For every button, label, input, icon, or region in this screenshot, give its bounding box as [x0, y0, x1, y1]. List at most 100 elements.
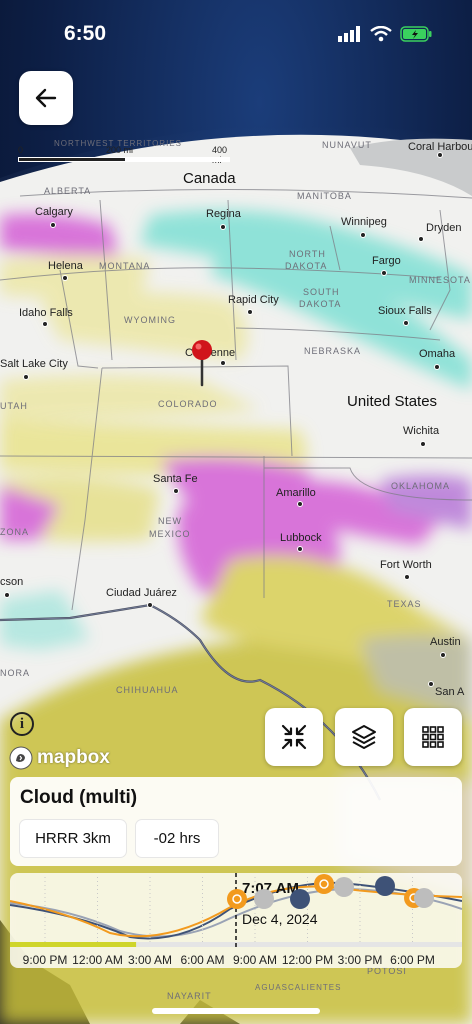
cloud-marker	[254, 889, 274, 909]
city-dot	[403, 320, 409, 326]
mapbox-wordmark: mapbox	[37, 747, 110, 768]
region-label: ZONA	[0, 527, 30, 537]
model-chip[interactable]: HRRR 3km	[20, 820, 126, 857]
city-dot	[220, 224, 226, 230]
city-label: Austin	[430, 636, 461, 648]
city-dot	[50, 222, 56, 228]
city-label: Omaha	[419, 348, 456, 360]
sunrise-marker	[227, 889, 247, 909]
timeline-tick-label: 3:00 AM	[128, 953, 172, 967]
moon-marker	[375, 876, 395, 896]
layers-button[interactable]	[335, 708, 393, 766]
region-label: NORTH	[289, 249, 326, 259]
city-label: Amarillo	[276, 487, 316, 499]
status-icons	[338, 26, 432, 42]
mapbox-logo: mapbox	[9, 746, 110, 770]
layer-info-card: Cloud (multi) HRRR 3km -02 hrs	[10, 777, 462, 866]
city-dot	[428, 681, 434, 687]
region-label: NORTHWEST TERRITORIES	[54, 139, 182, 148]
timeline-progress	[10, 942, 137, 947]
region-label: NEW	[158, 516, 182, 526]
recenter-button[interactable]	[265, 708, 323, 766]
city-dot	[420, 441, 426, 447]
region-label: SOUTH	[303, 287, 340, 297]
city-label: Dryden	[426, 222, 462, 234]
city-label: Salt Lake City	[0, 358, 68, 370]
region-label: NAYARIT	[167, 991, 212, 1001]
timeline-tick-label: 6:00 PM	[390, 953, 435, 967]
city-dot	[404, 574, 410, 580]
region-label: MEXICO	[149, 529, 191, 539]
grid-icon	[422, 726, 444, 748]
city-label: Calgary	[35, 206, 73, 218]
current-date-label: Dec 4, 2024	[242, 911, 318, 927]
region-label: DAKOTA	[285, 261, 328, 271]
city-label: Regina	[206, 208, 241, 220]
city-dot	[437, 152, 443, 158]
signal-icon	[338, 26, 360, 42]
city-label: Idaho Falls	[19, 307, 73, 319]
city-label: cson	[0, 576, 24, 588]
location-pin-icon[interactable]	[190, 339, 214, 387]
region-label: UTAH	[0, 401, 28, 411]
city-dot	[147, 602, 153, 608]
sun-marker	[314, 874, 334, 894]
cloud-marker	[334, 877, 354, 897]
city-label: Rapid City	[228, 294, 279, 306]
city-label: Wichita	[403, 425, 440, 437]
region-label: AGUASCALIENTES	[255, 983, 342, 992]
timeline-panel[interactable]: 9:00 PM 12:00 AM 3:00 AM 6:00 AM 9:00 AM 12:0…	[10, 873, 462, 968]
city-label: San A	[435, 686, 465, 698]
cloud-marker	[414, 888, 434, 908]
city-dot	[434, 364, 440, 370]
region-label: NEBRASKA	[304, 346, 362, 356]
region-label: MANITOBA	[297, 191, 352, 201]
city-dot	[173, 488, 179, 494]
region-label: NORA	[0, 668, 31, 678]
city-dot	[42, 321, 48, 327]
region-label: CHIHUAHUA	[116, 685, 179, 695]
city-label: Winnipeg	[341, 216, 387, 228]
city-dot	[23, 374, 29, 380]
city-dot	[220, 360, 226, 366]
mapbox-mark-icon	[9, 746, 33, 770]
city-dot	[360, 232, 366, 238]
status-time: 6:50	[64, 22, 107, 45]
city-label: Helena	[48, 260, 83, 272]
timeline-tick-label: 3:00 PM	[338, 953, 383, 967]
city-label: Ciudad Juárez	[106, 587, 177, 599]
timeline-chart[interactable]: 9:00 PM 12:00 AM 3:00 AM 6:00 AM 9:00 AM 12:0…	[10, 873, 462, 968]
moon-marker	[290, 889, 310, 909]
back-button[interactable]	[19, 71, 73, 125]
city-label: Fargo	[372, 255, 401, 267]
city-label: Santa Fe	[153, 473, 198, 485]
city-dot	[4, 592, 10, 598]
info-icon[interactable]: i	[10, 712, 34, 736]
city-dot	[247, 309, 253, 315]
city-dot	[297, 501, 303, 507]
region-label: NUNAVUT	[322, 140, 372, 150]
layer-title: Cloud (multi)	[20, 787, 138, 808]
scale-max: 400 mi	[212, 145, 228, 165]
city-dot	[62, 275, 68, 281]
city-dot	[418, 236, 424, 242]
timeline-tick-label: 12:00 PM	[282, 953, 333, 967]
country-label: United States	[347, 393, 438, 410]
wifi-icon	[370, 26, 392, 42]
timeline-tick-label: 12:00 AM	[72, 953, 123, 967]
timeline-tick-label: 9:00 AM	[233, 953, 277, 967]
region-label: ALBERTA	[44, 186, 92, 196]
region-label: MINNESOTA	[409, 275, 471, 285]
region-label: COLORADO	[158, 399, 218, 409]
timeline-tick-label: 6:00 AM	[180, 953, 224, 967]
city-dot	[440, 652, 446, 658]
region-label: OKLAHOMA	[391, 481, 451, 491]
time-offset-chip[interactable]: -02 hrs	[136, 820, 218, 857]
city-dot	[381, 270, 387, 276]
timeline-tick-label: 9:00 PM	[23, 953, 68, 967]
grid-menu-button[interactable]	[404, 708, 462, 766]
home-indicator	[152, 1008, 320, 1014]
layers-icon	[352, 725, 376, 749]
battery-icon	[400, 26, 432, 42]
compress-arrows-icon	[281, 724, 307, 750]
